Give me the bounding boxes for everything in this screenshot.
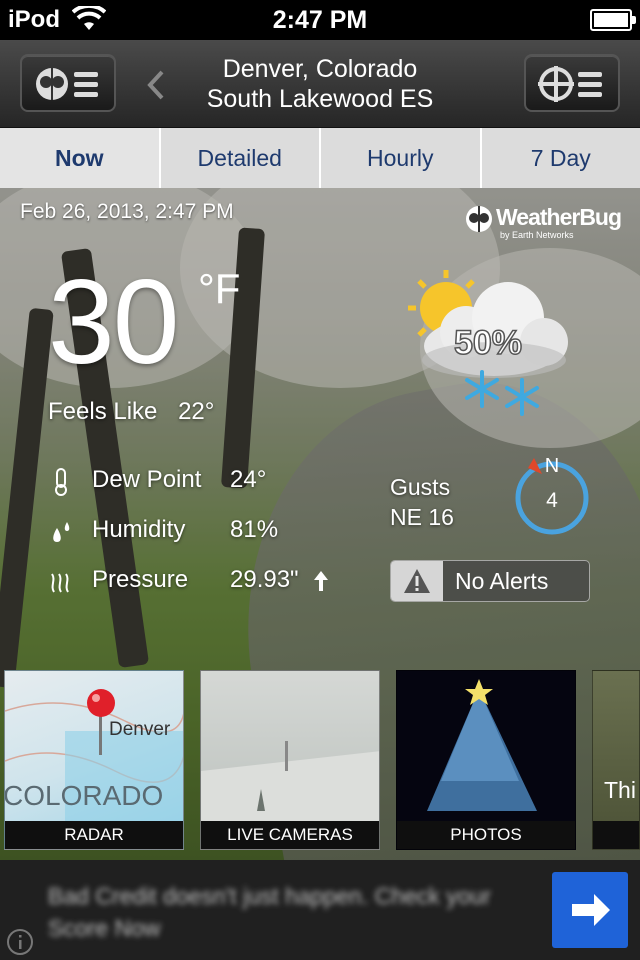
weatherbug-bug-icon — [466, 206, 492, 232]
tab-7-day[interactable]: 7 Day — [482, 128, 640, 188]
app-header: Denver, Colorado South Lakewood ES — [0, 40, 640, 128]
clock: 2:47 PM — [272, 6, 368, 34]
pressure-label: Pressure — [92, 566, 189, 593]
radar-tile[interactable]: COLORADO Denver RADAR — [4, 670, 184, 850]
weatherbug-menu-icon — [36, 68, 98, 100]
photos-tile[interactable]: PHOTOS — [396, 670, 576, 850]
thermometer-icon — [55, 468, 67, 496]
christmas-tree-photo — [427, 679, 537, 811]
location-title[interactable]: Denver, Colorado South Lakewood ES — [180, 54, 460, 114]
info-icon[interactable] — [6, 928, 34, 956]
location-list-button[interactable] — [524, 54, 620, 112]
feels-like-value: 22° — [178, 398, 215, 425]
ad-text: Bad Credit doesn't just happen. Check yo… — [48, 883, 491, 941]
view-tabs: Now Detailed Hourly 7 Day — [0, 128, 640, 198]
menu-button[interactable] — [20, 54, 116, 112]
more-tile[interactable]: Thi — [592, 670, 640, 850]
feels-like: Feels Like 22° — [48, 398, 214, 426]
more-caption — [593, 821, 639, 849]
snowflake-icon — [505, 378, 539, 416]
observation-time: Feb 26, 2013, 2:47 PM — [20, 200, 234, 223]
alerts-label: No Alerts — [455, 568, 549, 594]
city-name: Denver, Colorado — [222, 55, 418, 83]
radar-city-label: Denver — [109, 719, 171, 740]
partly-cloudy-snow-icon: 50% — [408, 270, 568, 416]
humidity-value: 81% — [230, 516, 279, 543]
dew-point-label: Dew Point — [92, 466, 202, 493]
pressure-row: Pressure 29.93" — [48, 566, 348, 598]
wind-compass: N 4 — [515, 455, 589, 535]
ad-go-button[interactable] — [552, 872, 628, 948]
dew-point-row: Dew Point 24° — [48, 466, 308, 498]
crosshair-list-icon — [538, 66, 602, 102]
alerts-button[interactable]: No Alerts — [390, 560, 590, 602]
radar-map: COLORADO Denver — [5, 689, 183, 821]
live-cameras-tile[interactable]: LIVE CAMERAS — [200, 670, 380, 850]
wind-speed: 4 — [546, 489, 558, 512]
radar-caption: RADAR — [5, 821, 183, 849]
current-temperature: 30 — [48, 255, 179, 389]
alert-icon-wrap — [391, 561, 443, 601]
photos-caption: PHOTOS — [397, 821, 575, 849]
live-cameras-caption: LIVE CAMERAS — [201, 821, 379, 849]
tab-hourly[interactable]: Hourly — [321, 128, 482, 188]
tab-now[interactable]: Now — [0, 128, 161, 198]
status-bar: iPod 2:47 PM — [0, 0, 640, 40]
precip-chance: 50% — [454, 324, 522, 362]
battery-icon — [590, 9, 636, 31]
temperature-unit: °F — [198, 265, 241, 312]
gusts-value: NE 16 — [390, 504, 454, 530]
more-tile-label: Thi — [604, 777, 636, 803]
pressure-value: 29.93" — [230, 566, 299, 593]
station-name: South Lakewood ES — [206, 85, 434, 113]
warning-icon — [404, 569, 430, 593]
camera-snapshot — [201, 741, 379, 823]
droplets-icon — [53, 522, 70, 542]
chevron-left-icon[interactable] — [144, 68, 168, 102]
humidity-row: Humidity 81% — [48, 516, 308, 548]
dew-point-value: 24° — [230, 466, 267, 493]
brand-sub: by Earth Networks — [500, 230, 574, 240]
feels-like-label: Feels Like — [48, 398, 158, 425]
tab-detailed[interactable]: Detailed — [161, 128, 321, 188]
humidity-label: Humidity — [92, 516, 186, 543]
ad-banner[interactable]: Bad Credit doesn't just happen. Check yo… — [0, 860, 640, 960]
gusts-label: Gusts — [390, 474, 451, 500]
pressure-icon — [51, 573, 69, 593]
compass-direction: N — [545, 455, 559, 477]
arrow-right-icon — [572, 894, 610, 926]
up-arrow-icon — [314, 571, 328, 591]
gusts: Gusts NE 16 — [390, 472, 454, 532]
radar-region-label: COLORADO — [5, 780, 163, 811]
weatherbug-logo: WeatherBug by Earth Networks — [464, 202, 624, 242]
brand-name: WeatherBug — [496, 204, 622, 230]
